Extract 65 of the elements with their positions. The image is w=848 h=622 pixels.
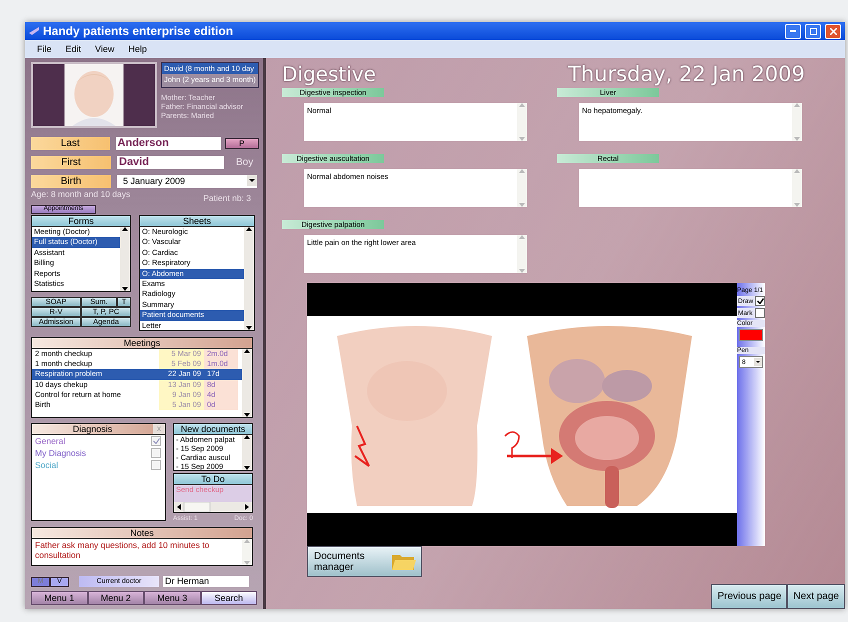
down-arrow-icon[interactable] bbox=[244, 466, 250, 470]
menu-item[interactable]: Edit bbox=[66, 44, 82, 54]
down-arrow-icon[interactable] bbox=[244, 413, 250, 417]
window-title: Handy patients enterprise edition bbox=[43, 24, 234, 38]
minimize-button[interactable] bbox=[785, 24, 801, 38]
text-area[interactable] bbox=[579, 169, 802, 207]
sheet-title: Digestive bbox=[282, 62, 377, 86]
checkbox[interactable] bbox=[151, 436, 161, 446]
close-icon bbox=[830, 28, 836, 34]
check-icon bbox=[152, 438, 160, 444]
checkbox[interactable] bbox=[151, 460, 161, 470]
field-label: Birth bbox=[31, 175, 111, 188]
panel-header: Notes bbox=[32, 528, 252, 539]
close-button[interactable] bbox=[825, 24, 841, 38]
up-arrow-icon[interactable] bbox=[244, 349, 250, 353]
menu-item[interactable]: File bbox=[37, 44, 52, 54]
sheet-date: Thursday, 22 Jan 2009 bbox=[568, 62, 805, 86]
scrollbar[interactable] bbox=[242, 435, 252, 470]
scrollbar[interactable] bbox=[242, 349, 252, 417]
page-button[interactable]: Previous page bbox=[711, 584, 788, 609]
check-icon bbox=[756, 298, 764, 304]
menu-tab[interactable]: Menu 2 bbox=[88, 591, 144, 605]
p-button[interactable]: P bbox=[224, 138, 259, 149]
checkbox[interactable] bbox=[755, 296, 765, 306]
dropdown-arrow-icon bbox=[754, 358, 762, 366]
documents-button[interactable]: Documents manager bbox=[307, 546, 422, 577]
scrollbar[interactable] bbox=[120, 227, 130, 291]
app-icon bbox=[29, 27, 39, 35]
menu-item[interactable]: View bbox=[95, 44, 114, 54]
doctor-field[interactable]: Dr Herman bbox=[163, 576, 249, 587]
sex-label: Boy bbox=[236, 157, 254, 168]
scrollbar[interactable] bbox=[174, 502, 252, 512]
up-arrow-icon[interactable] bbox=[122, 227, 128, 231]
panel-header: Meetings bbox=[32, 338, 252, 349]
menu-item[interactable]: Help bbox=[128, 44, 147, 54]
panel-header: Sheets bbox=[140, 216, 254, 227]
notes-text: Father ask many questions, add 10 minutes to consultation bbox=[34, 539, 210, 562]
menu-tab[interactable]: Menu 1 bbox=[31, 591, 88, 605]
maximize-button[interactable] bbox=[805, 24, 821, 38]
checkbox[interactable] bbox=[151, 448, 161, 458]
panel-header: To Do bbox=[174, 474, 252, 485]
down-arrow-icon[interactable] bbox=[246, 326, 252, 330]
panel-header: Forms bbox=[32, 216, 130, 227]
date-dropdown[interactable]: 5 January 2009 bbox=[117, 175, 257, 188]
scrollbar[interactable] bbox=[244, 227, 254, 330]
field-label: First bbox=[31, 156, 111, 169]
down-arrow-icon[interactable] bbox=[122, 287, 128, 291]
minimize-icon bbox=[790, 30, 796, 32]
input-field[interactable]: David bbox=[117, 156, 224, 169]
diagnosis-item[interactable]: General bbox=[32, 435, 165, 447]
maximize-icon bbox=[810, 28, 816, 34]
field-label: Last bbox=[31, 137, 110, 150]
diagnosis-item[interactable]: My Diagnosis bbox=[32, 447, 165, 459]
panel-header: Diagnosis bbox=[72, 424, 114, 434]
checkbox[interactable] bbox=[755, 308, 765, 318]
panel-header: New documents bbox=[174, 424, 252, 435]
page-button[interactable]: Next page bbox=[787, 584, 845, 609]
menu-tab[interactable]: Search bbox=[200, 591, 257, 605]
color-swatch[interactable] bbox=[739, 329, 763, 341]
input-field[interactable]: Anderson bbox=[116, 137, 221, 150]
up-arrow-icon[interactable] bbox=[244, 435, 250, 439]
menu-tab[interactable]: Menu 3 bbox=[144, 591, 200, 605]
age-text: Age: 8 month and 10 days bbox=[31, 189, 130, 199]
patient-number: Patient nb: 3 bbox=[203, 193, 251, 203]
up-arrow-icon[interactable] bbox=[246, 227, 252, 231]
